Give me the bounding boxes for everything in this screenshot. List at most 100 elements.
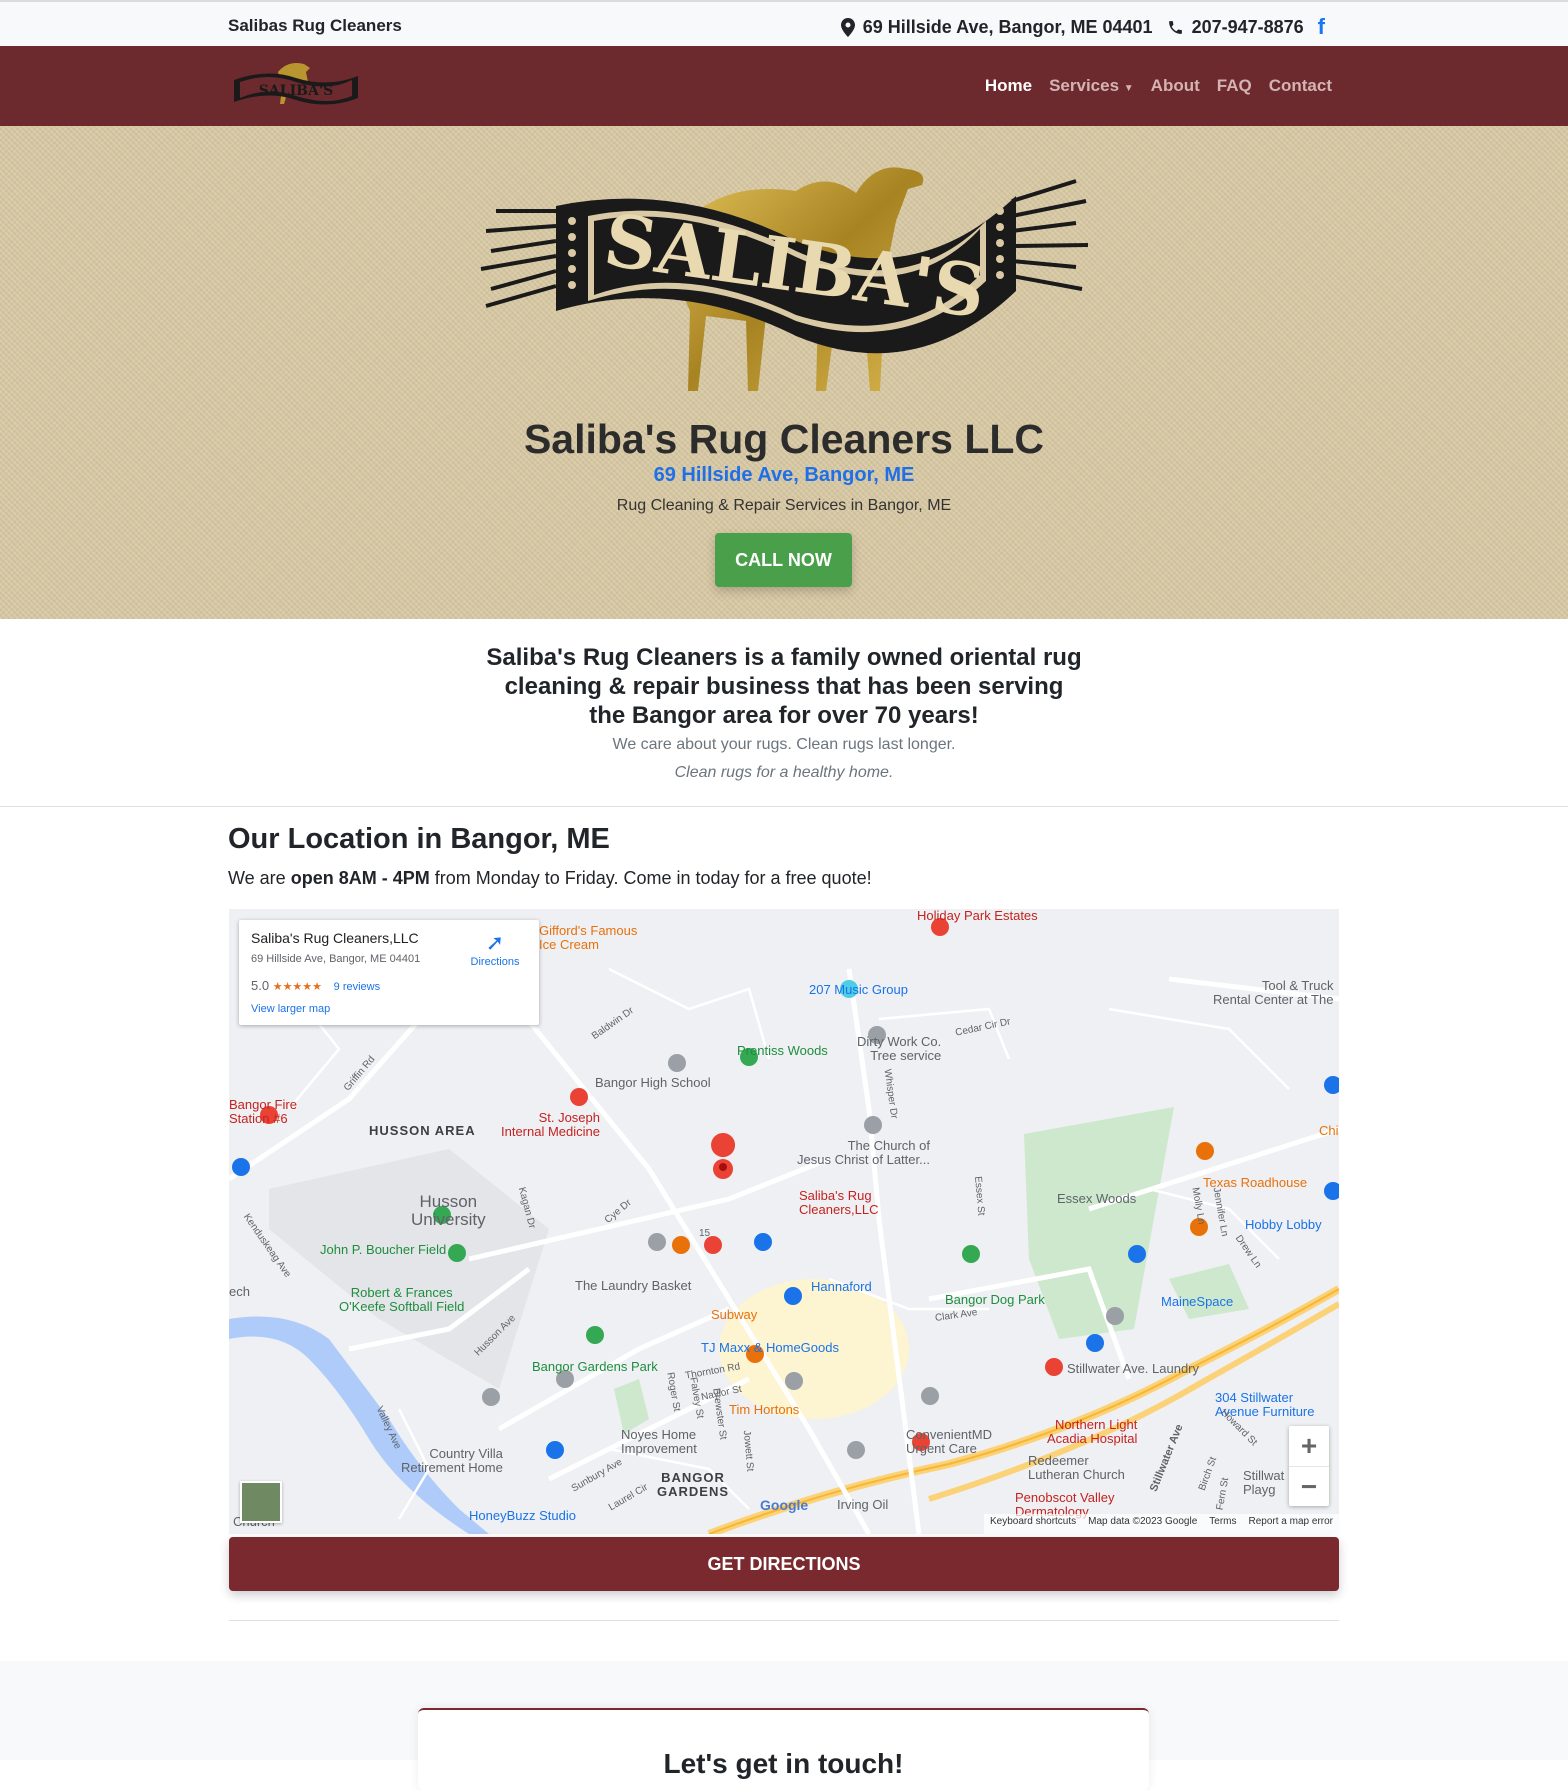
section-divider — [229, 1620, 1339, 1621]
map-label-joseph: St. Joseph Internal Medicine — [501, 1110, 600, 1139]
map-label-redeemer: Redeemer Lutheran Church — [1028, 1453, 1125, 1482]
map-label-giffords: Gifford's Famous Ice Cream — [539, 923, 638, 952]
map-label-fire: Bangor Fire Station #6 — [229, 1097, 297, 1126]
map-label-tool: Tool & Truck Rental Center at The — [1213, 978, 1334, 1007]
map-label-chi: Chi — [1319, 1123, 1339, 1138]
caret-down-icon: ▼ — [1123, 83, 1134, 94]
map-card-directions[interactable]: ➚ Directions — [463, 930, 527, 968]
map-label-boucher: John P. Boucher Field — [320, 1242, 447, 1257]
contact-title: Let's get in touch! — [663, 1748, 904, 1779]
intro-heading: Saliba's Rug Cleaners is a family owned … — [486, 644, 1082, 729]
phone-icon — [1168, 20, 1182, 34]
map-label-holiday: Holiday Park Estates — [917, 909, 1038, 923]
map-label-honeybuzz: HoneyBuzz Studio — [469, 1508, 576, 1523]
topbar-brand: Salibas Rug Cleaners — [228, 16, 402, 35]
satellite-toggle[interactable] — [240, 1481, 282, 1523]
map-label-laundry: The Laundry Basket — [575, 1278, 692, 1293]
intro-line-1: We care about your rugs. Clean rugs last… — [612, 736, 956, 753]
map-label-hobby: Hobby Lobby — [1245, 1217, 1322, 1232]
map-label-husson-area: HUSSON AREA — [369, 1123, 476, 1138]
nav-links: Home Services ▼ About FAQ Contact — [985, 76, 1332, 96]
nav-logo-text: SALIBA'S — [259, 83, 333, 99]
hero-logo: SALIBA'S — [480, 167, 1089, 391]
map-label-stillwat: Stillwat Playg — [1243, 1468, 1285, 1497]
location-text-prefix: We are — [228, 868, 291, 888]
topbar-address-text: 69 Hillside Ave, Bangor, ME 04401 — [862, 16, 1153, 37]
nav-services-label: Services — [1049, 76, 1120, 95]
map-label-mainespace: MaineSpace — [1161, 1294, 1234, 1309]
map-card-rating: 5.0 ★★★★★ 9 reviews — [251, 978, 380, 993]
map-card-address: 69 Hillside Ave, Bangor, ME 04401 — [251, 953, 421, 965]
map-label-tjmaxx: TJ Maxx & HomeGoods — [701, 1340, 839, 1355]
location-hours: open 8AM - 4PM — [290, 868, 430, 888]
google-map[interactable]: Holiday Park Estates Gifford's Famous Ic… — [229, 909, 1339, 1534]
star-rating-icon: ★★★★★ — [272, 981, 323, 993]
map-card-reviews-link[interactable]: 9 reviews — [334, 981, 380, 993]
hero-subtitle: Rug Cleaning & Repair Services in Bangor… — [616, 497, 952, 514]
map-label-northern: Northern Light Acadia Hospital — [1047, 1417, 1138, 1446]
map-zoom-controls: + − — [1289, 1426, 1329, 1506]
contact-card: Let's get in touch! — [418, 1708, 1149, 1790]
map-label-highschool: Bangor High School — [595, 1075, 711, 1090]
map-label-dirty: Dirty Work Co. Tree service — [857, 1034, 942, 1063]
map-label-gardens-park: Bangor Gardens Park — [532, 1359, 658, 1374]
map-card-directions-label: Directions — [470, 956, 520, 968]
hero-address[interactable]: 69 Hillside Ave, Bangor, ME — [0, 464, 1568, 487]
nav-about[interactable]: About — [1151, 76, 1200, 96]
map-label-stillwater-laundry: Stillwater Ave. Laundry — [1067, 1361, 1199, 1376]
intro-line-2: Clean rugs for a healthy home. — [674, 764, 894, 781]
hero-section: SALIBA'S Saliba's Rug Cleaners LLC 69 Hi… — [0, 126, 1568, 619]
map-label-music: 207 Music Group — [809, 982, 908, 997]
call-now-button[interactable]: CALL NOW — [715, 533, 852, 587]
map-report-error-link[interactable]: Report a map error — [1249, 1516, 1333, 1532]
map-label-essex: Essex Woods — [1057, 1191, 1137, 1206]
nav-services[interactable]: Services ▼ — [1049, 76, 1134, 96]
facebook-icon[interactable]: f — [1318, 14, 1325, 40]
map-label-tech: ech — [229, 1284, 250, 1299]
nav-faq[interactable]: FAQ — [1217, 76, 1252, 96]
map-label-noyes: Noyes Home Improvement — [621, 1427, 697, 1456]
map-label-subway: Subway — [711, 1307, 758, 1322]
nav-contact[interactable]: Contact — [1269, 76, 1332, 96]
top-contact-bar: Salibas Rug Cleaners 69 Hillside Ave, Ba… — [0, 0, 1568, 46]
zoom-in-button[interactable]: + — [1289, 1426, 1329, 1467]
topbar-phone[interactable]: 207-947-8876 — [1167, 17, 1304, 38]
topbar-address[interactable]: 69 Hillside Ave, Bangor, ME 04401 — [840, 16, 1153, 38]
map-label-bangor-gardens: BANGOR GARDENS — [657, 1470, 730, 1499]
map-footer: Keyboard shortcuts Map data ©2023 Google… — [983, 1514, 1339, 1534]
main-navbar: SALIBA'S Home Services ▼ About FAQ Conta… — [0, 46, 1568, 126]
location-title: Our Location in Bangor, ME — [228, 823, 610, 855]
map-data-credit: Map data ©2023 Google — [1088, 1516, 1198, 1527]
nav-logo[interactable]: SALIBA'S — [228, 58, 364, 114]
map-label-hannaford: Hannaford — [811, 1279, 872, 1294]
map-label-dogpark: Bangor Dog Park — [945, 1292, 1045, 1307]
hero-title: Saliba's Rug Cleaners LLC — [523, 416, 1045, 462]
map-label-husson-university: Husson University — [411, 1192, 486, 1229]
location-text: We are open 8AM - 4PM from Monday to Fri… — [228, 868, 872, 889]
map-card-rating-value: 5.0 — [251, 978, 270, 993]
directions-icon: ➚ — [485, 930, 505, 955]
map-label-tim: Tim Hortons — [729, 1402, 800, 1417]
google-logo: Google — [760, 1497, 809, 1513]
contact-section: Let's get in touch! — [0, 1661, 1568, 1790]
map-pin-icon — [840, 17, 855, 37]
view-larger-map-link[interactable]: View larger map — [251, 1003, 330, 1015]
get-directions-button[interactable]: GET DIRECTIONS — [229, 1537, 1339, 1591]
location-text-suffix: from Monday to Friday. Come in today for… — [429, 868, 872, 888]
map-label-prentiss: Prentiss Woods — [737, 1043, 828, 1058]
map-terms-link[interactable]: Terms — [1209, 1516, 1236, 1532]
map-label-country: Country Villa Retirement Home — [401, 1446, 503, 1475]
map-label-convenient: ConvenientMD Urgent Care — [906, 1427, 992, 1456]
zoom-out-button[interactable]: − — [1289, 1467, 1329, 1507]
map-label-okeefe: Robert & Frances O'Keefe Softball Field — [339, 1285, 465, 1314]
map-label-saliba[interactable]: Saliba's Rug Cleaners,LLC — [799, 1189, 879, 1217]
map-card-name: Saliba's Rug Cleaners,LLC — [251, 930, 419, 946]
map-label-route-15: 15 — [699, 1228, 711, 1239]
map-keyboard-shortcuts[interactable]: Keyboard shortcuts — [990, 1516, 1076, 1532]
topbar-contact: 69 Hillside Ave, Bangor, ME 04401 207-94… — [840, 14, 1325, 40]
map-label-irving: Irving Oil — [837, 1497, 889, 1512]
nav-home[interactable]: Home — [985, 76, 1032, 96]
map-info-card: Saliba's Rug Cleaners,LLC 69 Hillside Av… — [239, 920, 539, 1025]
intro-section: Saliba's Rug Cleaners is a family owned … — [0, 619, 1568, 807]
topbar-phone-text: 207-947-8876 — [1191, 16, 1304, 37]
